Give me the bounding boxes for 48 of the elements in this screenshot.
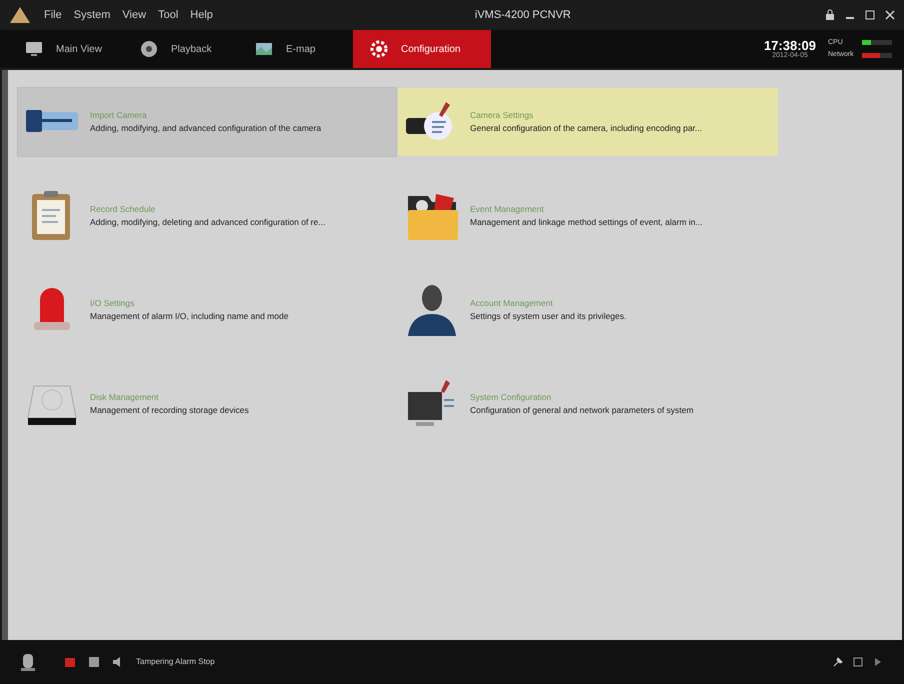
menu-item[interactable]: Tool xyxy=(158,6,178,24)
lock-icon xyxy=(824,9,836,21)
gear-icon xyxy=(369,39,389,59)
menu-item[interactable]: Help xyxy=(190,6,213,24)
module-title: Record Schedule xyxy=(90,203,156,216)
speaker-icon[interactable] xyxy=(20,652,36,672)
module-tile[interactable]: System Configuration Configuration of general and network parameters of system xyxy=(398,370,778,438)
nav-tab[interactable]: E-map xyxy=(238,30,353,68)
window-title: iVMS-4200 PCNVR xyxy=(474,8,571,23)
app-logo-icon xyxy=(8,5,32,25)
window-icon[interactable] xyxy=(852,656,864,668)
alarm-icon[interactable] xyxy=(64,656,76,668)
module-tile[interactable]: Disk Management Management of recording storage devices xyxy=(18,370,396,438)
module-title: Import Camera xyxy=(90,109,148,122)
module-description: Management of alarm I/O, including name and mode xyxy=(90,310,288,323)
menu-item[interactable]: System xyxy=(74,6,110,24)
module-title: I/O Settings xyxy=(90,297,136,310)
module-title: Event Management xyxy=(470,203,545,216)
module-tile[interactable]: Event Management Management and linkage method settings of event, alarm in... xyxy=(398,182,778,250)
monitor-icon xyxy=(24,39,44,59)
module-description: Management and linkage method settings of event, alarm in... xyxy=(470,216,702,229)
module-tile[interactable]: I/O Settings Management of alarm I/O, including name and mode xyxy=(18,276,396,344)
module-title: Camera Settings xyxy=(470,109,534,122)
module-title: Disk Management xyxy=(90,391,160,404)
nav-tab[interactable]: Main View xyxy=(8,30,123,68)
clock-time: 17:38:09 xyxy=(764,39,816,52)
close-icon[interactable] xyxy=(884,9,896,21)
pin-icon[interactable] xyxy=(832,656,844,668)
menu-item[interactable]: File xyxy=(44,6,62,24)
module-description: General configuration of the camera, including encoding par... xyxy=(470,122,702,135)
maximize-icon[interactable] xyxy=(864,9,876,21)
disc-icon xyxy=(139,39,159,59)
module-tile[interactable]: Account Management Settings of system user and its privileges. xyxy=(398,276,778,344)
module-tile[interactable]: Record Schedule Adding, modifying, deleting and advanced configuration of re... xyxy=(18,182,396,250)
status-message: Tampering Alarm Stop xyxy=(136,656,215,668)
module-tile[interactable]: Import Camera Adding, modifying, and advanced configuration of the camera xyxy=(18,88,396,156)
module-description: Adding, modifying, and advanced configuration of the camera xyxy=(90,122,322,135)
menu-item[interactable]: View xyxy=(122,6,146,24)
module-title: Account Management xyxy=(470,297,554,310)
module-description: Configuration of general and network parameters of system xyxy=(470,404,694,417)
module-title: System Configuration xyxy=(470,391,552,404)
module-description: Management of recording storage devices xyxy=(90,404,249,417)
nav-tab[interactable]: Playback xyxy=(123,30,238,68)
module-tile[interactable]: Camera Settings General configuration of the camera, including encoding par... xyxy=(398,88,778,156)
module-description: Adding, modifying, deleting and advanced configuration of re... xyxy=(90,216,326,229)
module-description: Settings of system user and its privileges. xyxy=(470,310,626,323)
nav-tab[interactable]: Configuration xyxy=(353,30,491,68)
list-icon[interactable] xyxy=(88,656,100,668)
